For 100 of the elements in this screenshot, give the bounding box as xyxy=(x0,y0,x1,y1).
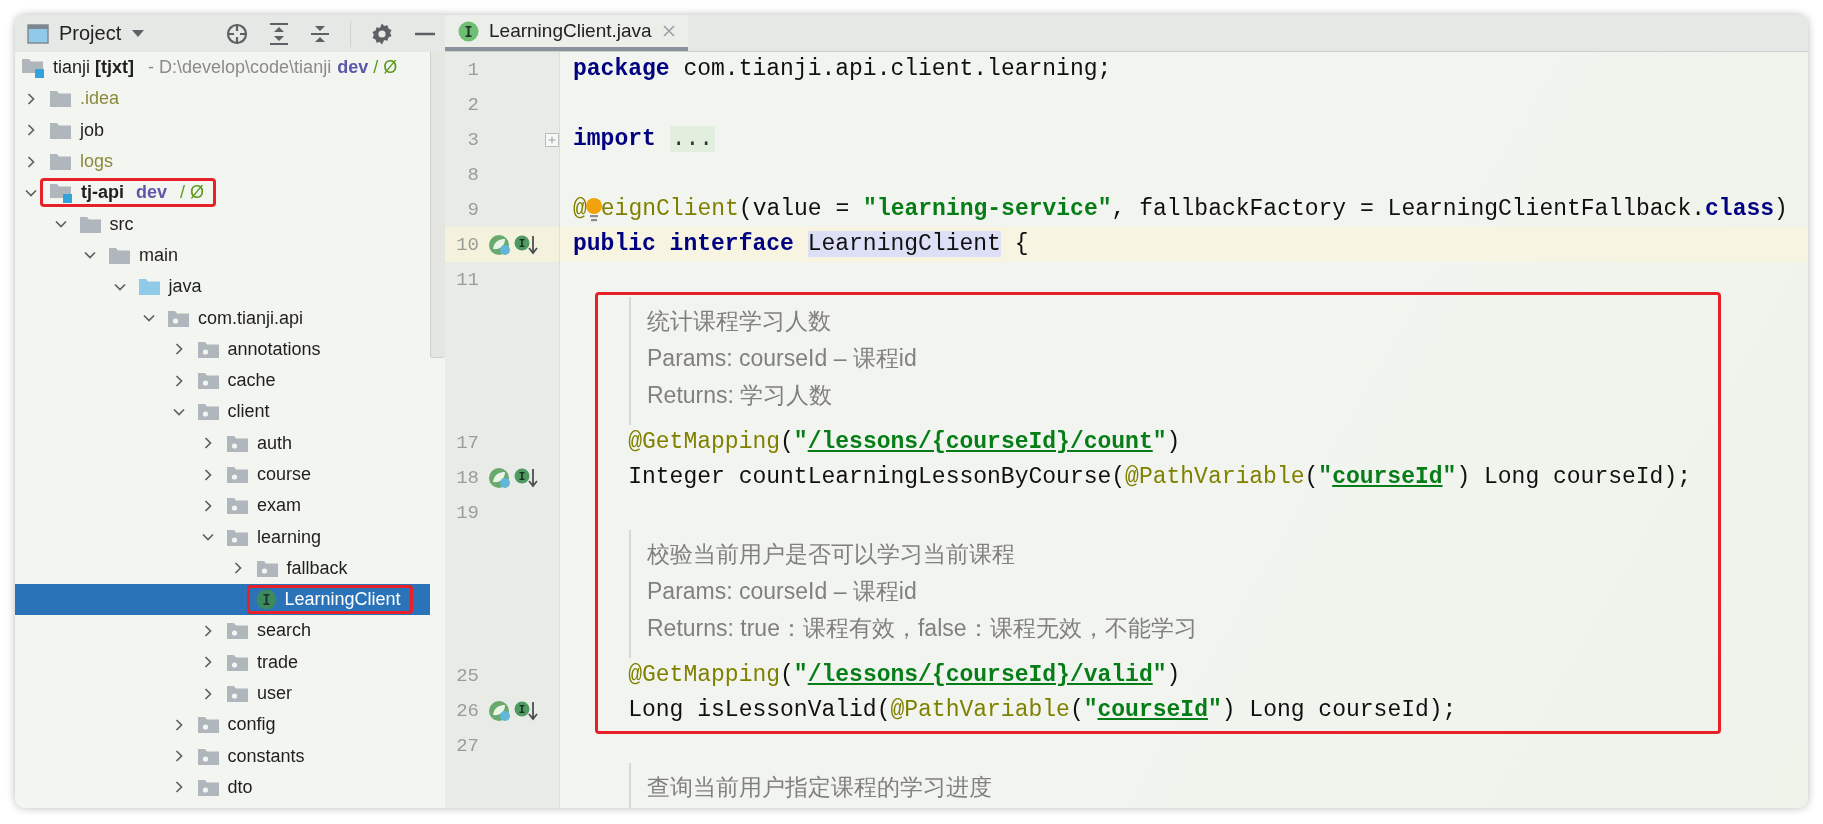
tree-item[interactable]: cache xyxy=(15,364,430,397)
code-line: @GetMapping("/lessons/{courseId}/count") xyxy=(627,428,1181,457)
line-number: 2 xyxy=(466,93,479,116)
interface-arrow-icon[interactable] xyxy=(514,699,539,722)
line-number: 19 xyxy=(455,501,479,524)
tree-label: com.tianji.api xyxy=(198,307,304,329)
tree-label: user xyxy=(257,683,292,705)
expand-all-icon[interactable] xyxy=(268,21,290,46)
editor-tab[interactable]: LearningClient.java xyxy=(445,15,688,51)
tree-label: tianji [tjxt] xyxy=(53,57,135,79)
code-line: import ... xyxy=(573,125,716,154)
tree-label: cache xyxy=(227,370,276,392)
line-number: 1 xyxy=(466,58,479,81)
package-icon xyxy=(196,371,220,391)
folder-icon xyxy=(78,214,102,234)
tree-label: fallback xyxy=(286,557,348,579)
line-number: 3 xyxy=(466,128,479,151)
tree-label: annotations xyxy=(227,338,321,360)
doc-comment-line: Params: courseId – 课程id xyxy=(647,577,918,606)
tree-label: config xyxy=(227,714,276,736)
tree-item[interactable]: dto xyxy=(15,771,430,804)
tree-label: trade xyxy=(257,651,299,673)
locate-icon[interactable] xyxy=(225,21,249,46)
tab-label: LearningClient.java xyxy=(489,20,652,42)
tree-item[interactable]: LearningClient xyxy=(15,584,430,616)
tree-label: main xyxy=(139,244,178,266)
package-icon xyxy=(196,746,220,766)
line-number: 17 xyxy=(455,431,479,454)
tree-label: learning xyxy=(257,526,322,548)
doc-comment-line: 校验当前用户是否可以学习当前课程 xyxy=(647,540,1016,569)
package-icon xyxy=(226,433,249,453)
interface-arrow-icon[interactable] xyxy=(514,466,539,489)
package-icon xyxy=(226,652,249,672)
line-number: 9 xyxy=(466,198,479,221)
package-icon xyxy=(255,558,279,578)
tree-item[interactable]: client xyxy=(15,396,430,428)
module-icon xyxy=(49,182,73,204)
settings-icon[interactable] xyxy=(370,21,394,46)
tree-item[interactable]: course xyxy=(15,458,430,491)
tree-item[interactable]: tianji [tjxt] - D:\develop\code\tianji dev / Ø xyxy=(15,52,430,84)
doc-comment-line: Params: courseId – 课程id xyxy=(647,344,917,373)
tree-item[interactable]: search xyxy=(15,615,430,647)
tree-item[interactable]: user xyxy=(15,677,430,710)
tree-label: search xyxy=(257,620,312,642)
tree-label: tj-api xyxy=(81,182,124,204)
tree-item[interactable]: learning xyxy=(15,521,430,553)
folder-icon xyxy=(49,152,72,172)
branch-name: dev xyxy=(136,182,168,204)
code-line: Long isLessonValid(@PathVariable("courseId") Long courseId); xyxy=(627,696,1457,725)
package-icon xyxy=(167,308,190,328)
tree-label: src xyxy=(109,213,134,235)
code-line: Integer countLearningLessonByCourse(@PathVariable("courseId") Long courseId); xyxy=(627,463,1692,492)
tree-label: logs xyxy=(80,151,114,173)
tree-label: dto xyxy=(227,776,253,798)
tree-item[interactable]: tj-api dev / Ø xyxy=(15,177,430,209)
tree-item[interactable]: auth xyxy=(15,427,430,459)
package-icon xyxy=(196,402,220,422)
folder-icon xyxy=(137,277,161,297)
doc-comment-line: Returns: true：课程有效，false：课程无效，不能学习 xyxy=(647,614,1197,643)
code-line: @GetMapping("/lessons/{courseId}/valid") xyxy=(627,661,1181,690)
tree-item[interactable]: main xyxy=(15,239,430,272)
package-icon xyxy=(226,527,249,547)
tree-item[interactable]: exam xyxy=(15,490,430,522)
package-icon xyxy=(226,684,249,704)
dropdown-caret-icon[interactable] xyxy=(131,28,146,39)
tree-item[interactable]: src xyxy=(15,208,430,240)
tree-item[interactable]: fallback xyxy=(15,552,430,585)
code-line: package com.tianji.api.client.learning; xyxy=(573,55,1112,84)
interface-arrow-icon[interactable] xyxy=(514,233,539,256)
package-icon xyxy=(196,715,220,735)
doc-comment-line: Returns: 学习人数 xyxy=(647,381,834,410)
tree-item[interactable]: trade xyxy=(15,646,430,678)
tree-label: job xyxy=(80,119,105,141)
tree-item[interactable]: job xyxy=(15,114,430,146)
package-icon xyxy=(196,777,220,797)
vcs-status: / Ø xyxy=(373,57,398,79)
doc-comment-line: 统计课程学习人数 xyxy=(647,307,832,336)
project-path: - D:\develop\code\tianji xyxy=(148,57,332,79)
tree-label: LearningClient xyxy=(284,589,401,611)
tree-item[interactable]: java xyxy=(15,271,430,303)
package-icon xyxy=(226,496,249,516)
line-number: 10 xyxy=(455,233,479,256)
tree-item[interactable]: constants xyxy=(15,740,430,772)
tree-item[interactable]: com.tianji.api xyxy=(15,302,430,334)
line-number: 8 xyxy=(466,163,479,186)
tree-label: auth xyxy=(257,432,293,454)
line-number: 11 xyxy=(455,268,479,291)
tree-label: exam xyxy=(257,495,301,517)
folder-icon xyxy=(49,89,72,109)
module-icon xyxy=(21,57,45,79)
line-number: 18 xyxy=(455,466,479,489)
line-number: 25 xyxy=(455,664,479,687)
scrollbar[interactable] xyxy=(430,52,445,358)
project-window-icon xyxy=(27,23,49,44)
interface-icon xyxy=(255,589,277,611)
code-line: public interface LearningClient { xyxy=(573,230,1029,259)
vcs-status: / Ø xyxy=(180,182,205,204)
tree-item[interactable]: config xyxy=(15,709,430,741)
tree-item[interactable]: annotations xyxy=(15,333,430,365)
folder-icon xyxy=(49,120,72,140)
